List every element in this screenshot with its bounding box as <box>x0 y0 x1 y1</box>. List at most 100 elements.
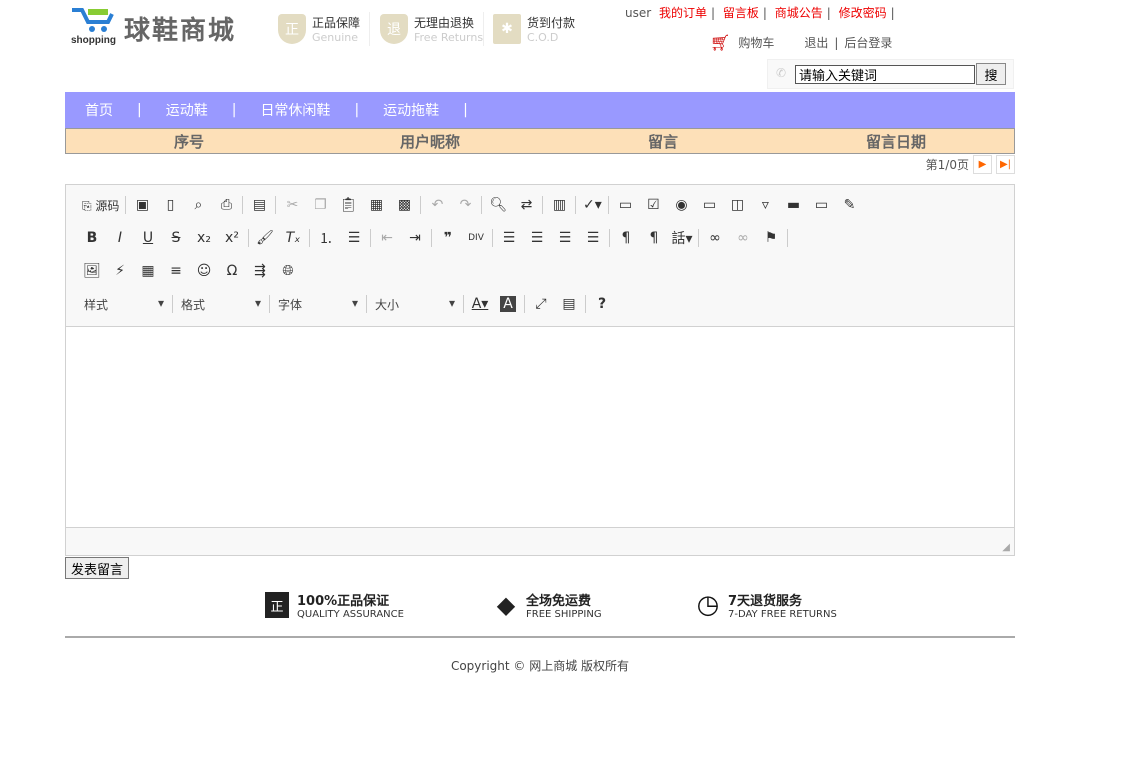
outdent-icon[interactable]: ⇤ <box>373 230 401 246</box>
divider <box>369 12 370 46</box>
badge-sub: Genuine <box>312 31 359 44</box>
link-message-board[interactable]: 留言板 <box>723 6 759 20</box>
copy-format-icon[interactable]: 🖌︎ <box>251 230 279 246</box>
feature-sub: 7-DAY FREE RETURNS <box>728 609 837 620</box>
search-button[interactable]: 搜 <box>976 63 1006 85</box>
cart-link[interactable]: 购物车 <box>738 34 774 51</box>
page-break-icon[interactable]: ⇶ <box>246 263 274 279</box>
replace-icon[interactable]: ⇄ <box>512 197 540 213</box>
feature-shipping: ◆ 全场免运费 FREE SHIPPING <box>494 590 602 620</box>
button-icon[interactable]: ▬ <box>779 197 807 213</box>
spellcheck-icon[interactable]: ✓▾ <box>578 197 606 213</box>
logo[interactable]: shopping <box>70 6 120 46</box>
shield-icon: 退 <box>380 14 408 44</box>
styles-dropdown[interactable]: 样式 ▾ <box>78 296 170 313</box>
new-page-icon[interactable]: ▯ <box>156 197 184 213</box>
select-icon[interactable]: ▿ <box>751 197 779 213</box>
blockquote-icon[interactable]: ❞ <box>434 230 462 246</box>
image-button-icon[interactable]: ▭ <box>807 197 835 213</box>
preview-icon[interactable]: ⌕ <box>184 197 212 213</box>
link-icon[interactable]: ∞ <box>701 230 729 246</box>
nav-sports-shoes[interactable]: 运动鞋 <box>166 100 208 120</box>
link-announcements[interactable]: 商城公告 <box>775 6 823 20</box>
col-nickname: 用户昵称 <box>399 132 460 151</box>
find-icon[interactable]: 🔍︎ <box>484 197 512 213</box>
feature-returns: ◷ 7天退货服务 7-DAY FREE RETURNS <box>696 590 837 620</box>
help-icon[interactable]: ? <box>588 296 616 312</box>
nav-slippers[interactable]: 运动拖鞋 <box>383 100 439 120</box>
indent-icon[interactable]: ⇥ <box>401 230 429 246</box>
underline-icon[interactable]: U <box>134 230 162 246</box>
nav-home[interactable]: 首页 <box>85 100 113 120</box>
div-icon[interactable]: DIV <box>462 233 490 243</box>
checkbox-icon[interactable]: ☑ <box>639 197 667 213</box>
image-icon[interactable]: 🖼︎ <box>78 263 106 279</box>
radio-icon[interactable]: ◉ <box>667 197 695 213</box>
hidden-field-icon[interactable]: ✎ <box>835 197 863 213</box>
italic-icon[interactable]: I <box>106 230 134 246</box>
link-my-orders[interactable]: 我的订单 <box>659 6 707 20</box>
align-center-icon[interactable]: ☰ <box>523 230 551 246</box>
admin-login-link[interactable]: 后台登录 <box>844 34 892 51</box>
resize-handle-icon[interactable]: ◢ <box>1002 542 1010 553</box>
textfield-icon[interactable]: ▭ <box>695 197 723 213</box>
templates-icon[interactable]: ▤ <box>245 197 273 213</box>
link-change-password[interactable]: 修改密码 <box>839 6 887 20</box>
redo-icon[interactable]: ↷ <box>451 197 479 213</box>
badge-genuine: 正正品保障 Genuine <box>278 12 360 46</box>
numbered-list-icon[interactable]: ⒈ <box>312 228 340 248</box>
next-page-button[interactable]: ▶ <box>973 155 992 174</box>
save-icon[interactable]: ▣ <box>128 197 156 213</box>
print-icon[interactable]: ⎙ <box>212 197 240 213</box>
smiley-icon[interactable]: ☺ <box>190 263 218 279</box>
ltr-icon[interactable]: ¶ <box>612 230 640 246</box>
logout-link[interactable]: 退出 <box>804 34 828 51</box>
source-label: 源码 <box>95 198 120 213</box>
bulleted-list-icon[interactable]: ☰ <box>340 230 368 246</box>
cut-icon[interactable]: ✂ <box>278 197 306 213</box>
select-all-icon[interactable]: ▥ <box>545 197 573 213</box>
form-icon[interactable]: ▭ <box>611 197 639 213</box>
font-label: 字体 <box>278 297 303 312</box>
paste-word-icon[interactable]: ▩ <box>390 197 418 213</box>
source-button[interactable]: ⎘ 源码 <box>78 197 123 214</box>
copyright: Copyright © 网上商城 版权所有 <box>450 659 630 673</box>
paste-icon[interactable]: 📋︎ <box>334 197 362 213</box>
feature-title: 7天退货服务 <box>728 594 803 609</box>
editor-content-area[interactable] <box>66 326 1014 528</box>
text-color-icon[interactable]: A▾ <box>466 296 494 312</box>
remove-format-icon[interactable]: Tₓ <box>279 230 307 246</box>
copy-icon[interactable]: ❐ <box>306 197 334 213</box>
format-dropdown[interactable]: 格式 ▾ <box>175 296 267 313</box>
undo-icon[interactable]: ↶ <box>423 197 451 213</box>
align-left-icon[interactable]: ☰ <box>495 230 523 246</box>
unlink-icon[interactable]: ∞ <box>729 230 757 246</box>
textarea-icon[interactable]: ◫ <box>723 197 751 213</box>
nav-casual-shoes[interactable]: 日常休闲鞋 <box>260 100 330 120</box>
rtl-icon[interactable]: ¶ <box>640 230 668 246</box>
subscript-icon[interactable]: x₂ <box>190 230 218 246</box>
iframe-globe-icon[interactable]: 🌐︎ <box>274 263 302 279</box>
flash-icon[interactable]: ⚡ <box>106 263 134 279</box>
horizontal-line-icon[interactable]: ≡ <box>162 263 190 279</box>
font-dropdown[interactable]: 字体 ▾ <box>272 296 364 313</box>
search-input[interactable] <box>795 65 975 84</box>
language-icon[interactable]: 話▾ <box>668 228 696 248</box>
last-page-button[interactable]: ▶| <box>996 155 1015 174</box>
maximize-icon[interactable]: ⤢ <box>527 296 555 312</box>
show-blocks-icon[interactable]: ▤ <box>555 296 583 312</box>
post-message-button[interactable]: 发表留言 <box>65 557 130 579</box>
table-icon[interactable]: ▦ <box>134 263 162 279</box>
align-right-icon[interactable]: ☰ <box>551 230 579 246</box>
justify-icon[interactable]: ☰ <box>579 230 607 246</box>
size-dropdown[interactable]: 大小 ▾ <box>369 296 461 313</box>
paste-text-icon[interactable]: ▦ <box>362 197 390 213</box>
bold-icon[interactable]: B <box>78 230 106 246</box>
feature-title: 100%正品保证 <box>297 594 390 609</box>
bg-color-icon[interactable]: A <box>500 296 516 312</box>
search-bar: ✆ 搜 <box>767 59 1014 89</box>
strike-icon[interactable]: S <box>162 230 190 246</box>
anchor-flag-icon[interactable]: ⚑ <box>757 230 785 246</box>
superscript-icon[interactable]: x² <box>218 230 246 246</box>
special-char-icon[interactable]: Ω <box>218 263 246 279</box>
